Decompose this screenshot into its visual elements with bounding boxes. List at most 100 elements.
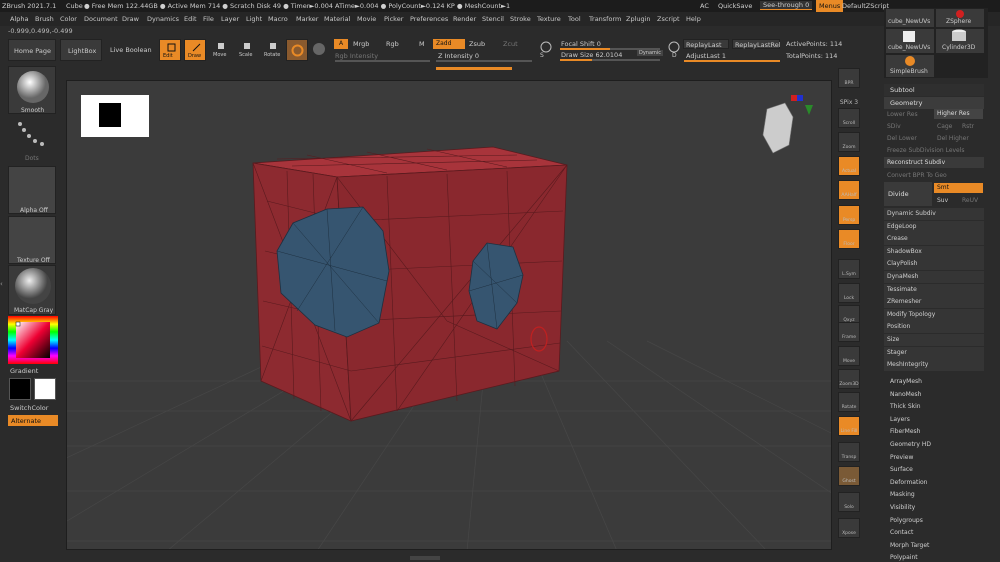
z-intensity-slider[interactable]: Z Intensity 0 — [438, 52, 479, 60]
dynamic-button[interactable]: Dynamic — [637, 50, 664, 56]
focal-shift-slider[interactable]: Focal Shift 0 — [561, 40, 601, 48]
shelf-spix-3[interactable]: SPix 3 — [838, 96, 860, 106]
smt-toggle[interactable]: Smt — [934, 183, 983, 193]
menu-layer[interactable]: Layer — [221, 15, 239, 23]
shelf-transp[interactable]: Transp — [838, 442, 860, 462]
shelf-l-sym[interactable]: L.Sym — [838, 259, 860, 279]
gradient-label[interactable]: Gradient — [10, 367, 38, 375]
menu-zplugin[interactable]: Zplugin — [626, 15, 651, 23]
convert-bpr-button[interactable]: Convert BPR To Geo — [887, 172, 947, 179]
menu-document[interactable]: Document — [84, 15, 118, 23]
lower-res-button[interactable]: Lower Res — [887, 111, 918, 118]
menu-stroke[interactable]: Stroke — [510, 15, 531, 23]
tool-cylinder3d[interactable]: Cylinder3D — [936, 29, 984, 53]
subpalette-deformation[interactable]: Deformation — [890, 479, 927, 486]
geometry-zremesher[interactable]: ZRemesher — [884, 296, 984, 309]
shelf-rotate[interactable]: Rotate — [838, 392, 860, 412]
subpalette-contact[interactable]: Contact — [890, 529, 913, 536]
shelf-lock[interactable]: Lock — [838, 283, 860, 303]
alpha-thumbnail[interactable]: Alpha Off — [8, 166, 56, 214]
menu-preferences[interactable]: Preferences — [410, 15, 448, 23]
draw-button[interactable]: Draw — [184, 39, 206, 61]
tool-cube-newuvs-1[interactable]: cube_NewUVs — [886, 9, 934, 27]
mrgb-button[interactable]: Mrgb — [353, 40, 369, 48]
shelf-actual[interactable]: Actual — [838, 156, 860, 176]
rgb-intensity-track[interactable] — [335, 60, 430, 62]
shelf-scroll[interactable]: Scroll — [838, 108, 860, 128]
subpalette-morph-target[interactable]: Morph Target — [890, 542, 929, 549]
menu-help[interactable]: Help — [686, 15, 701, 23]
z-intensity-track[interactable] — [436, 60, 532, 62]
shelf-aahalf[interactable]: AAHalf — [838, 180, 860, 200]
subpalette-polygroups[interactable]: Polygroups — [890, 517, 923, 524]
geometry-modify-topology[interactable]: Modify Topology — [884, 308, 984, 321]
menu-material[interactable]: Material — [324, 15, 350, 23]
replay-last-button[interactable]: ReplayLast — [683, 39, 729, 49]
menu-color[interactable]: Color — [60, 15, 77, 23]
subpalette-layers[interactable]: Layers — [890, 416, 910, 423]
geometry-crease[interactable]: Crease — [884, 233, 984, 246]
stroke-icon[interactable] — [312, 42, 326, 56]
color-picker[interactable] — [8, 316, 58, 364]
suv-toggle[interactable]: Suv — [937, 197, 948, 204]
geometry-dynamesh[interactable]: DynaMesh — [884, 271, 984, 283]
draw-size-slider[interactable]: Draw Size 62.0104 — [561, 51, 622, 59]
zcut-button[interactable]: Zcut — [503, 40, 518, 48]
tool-cube-newuvs-2[interactable]: cube_NewUVs — [886, 29, 934, 53]
tool-simplebrush[interactable]: SimpleBrush — [886, 55, 934, 77]
adjust-last-slider[interactable]: AdjustLast 1 — [686, 52, 726, 60]
menu-tool[interactable]: Tool — [568, 15, 581, 23]
rstr-button[interactable]: Rstr — [962, 123, 974, 130]
secondary-color-swatch[interactable] — [34, 378, 56, 400]
menus-button[interactable]: Menus — [816, 0, 844, 12]
menu-macro[interactable]: Macro — [268, 15, 288, 23]
replay-last-rel-button[interactable]: ReplayLastRel — [732, 39, 781, 49]
tool-zsphere[interactable]: ZSphere — [936, 9, 984, 27]
collapse-left-icon[interactable]: ‹ — [0, 280, 3, 288]
zadd-button[interactable]: Zadd — [433, 39, 465, 49]
material-thumbnail[interactable]: MatCap Gray — [8, 265, 56, 315]
geometry-shadowbox[interactable]: ShadowBox — [884, 245, 984, 258]
menu-render[interactable]: Render — [453, 15, 476, 23]
default-zscript-button[interactable]: DefaultZScript — [842, 2, 889, 10]
freeze-subdivision-button[interactable]: Freeze SubDivision Levels — [887, 147, 965, 154]
material-swatch[interactable] — [286, 39, 308, 61]
geometry-header[interactable]: Geometry — [884, 97, 984, 109]
shelf-frame[interactable]: Frame — [838, 322, 860, 342]
subpalette-thick-skin[interactable]: Thick Skin — [890, 403, 921, 410]
shelf-bpr[interactable]: BPR — [838, 68, 860, 88]
subpalette-arraymesh[interactable]: ArrayMesh — [890, 378, 922, 385]
menu-zscript[interactable]: Zscript — [657, 15, 680, 23]
geometry-size[interactable]: Size — [884, 334, 984, 346]
geometry-position[interactable]: Position — [884, 321, 984, 334]
reconstruct-subdiv-button[interactable]: Reconstruct Subdiv — [884, 157, 984, 168]
subtool-header[interactable]: Subtool — [884, 84, 984, 96]
scale-button[interactable]: Scale — [236, 39, 258, 61]
subpalette-geometry-hd[interactable]: Geometry HD — [890, 441, 931, 448]
move-button[interactable]: Move — [210, 39, 232, 61]
rgb-button[interactable]: Rgb — [386, 40, 399, 48]
shelf-move[interactable]: Move — [838, 346, 860, 366]
shelf-ghost[interactable]: Ghost — [838, 466, 860, 486]
geometry-tessimate[interactable]: Tessimate — [884, 283, 984, 296]
menu-file[interactable]: File — [203, 15, 214, 23]
menu-stencil[interactable]: Stencil — [482, 15, 504, 23]
quicksave-button[interactable]: QuickSave — [718, 2, 752, 10]
rgb-intensity-slider[interactable]: Rgb Intensity — [335, 52, 378, 60]
shelf-zoom3d[interactable]: Zoom3D — [838, 369, 860, 389]
texture-thumbnail[interactable]: Texture Off — [8, 216, 56, 264]
zsub-button[interactable]: Zsub — [469, 40, 485, 48]
menu-picker[interactable]: Picker — [384, 15, 403, 23]
primary-color-swatch[interactable] — [9, 378, 31, 400]
subpalette-masking[interactable]: Masking — [890, 491, 915, 498]
stroke-thumbnail[interactable]: Dots — [8, 118, 56, 164]
shelf-xpose[interactable]: Xpose — [838, 518, 860, 538]
scene-canvas[interactable] — [67, 81, 832, 550]
lightbox-button[interactable]: LightBox — [60, 39, 102, 61]
geometry-meshintegrity[interactable]: MeshIntegrity — [884, 359, 984, 372]
subpalette-surface[interactable]: Surface — [890, 466, 913, 473]
subpalette-fibermesh[interactable]: FiberMesh — [890, 428, 920, 435]
home-page-button[interactable]: Home Page — [8, 39, 56, 61]
collapse-bottom-handle[interactable] — [410, 556, 440, 560]
shelf-zoom[interactable]: Zoom — [838, 132, 860, 152]
